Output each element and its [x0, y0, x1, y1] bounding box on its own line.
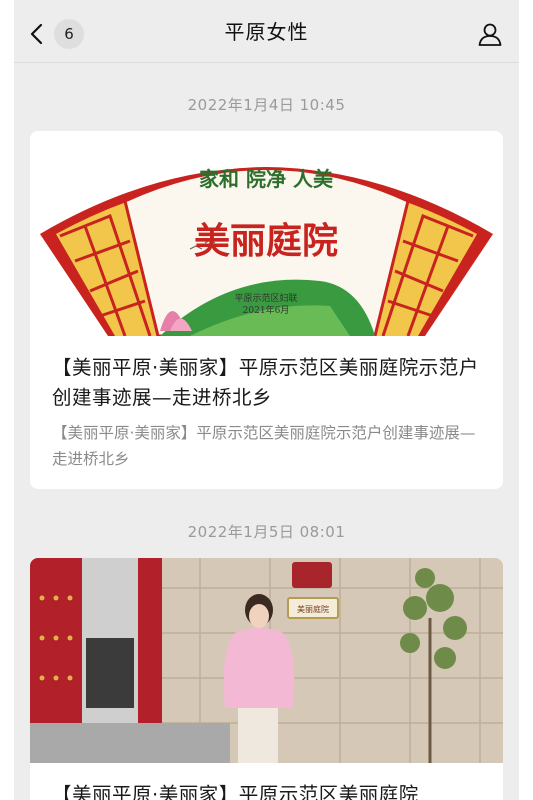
cover-seal-line1: 平原示范区妇联	[234, 292, 297, 304]
article-digest: 【美丽平原·美丽家】平原示范区美丽庭院示范户创建事迹展—走进桥北乡	[52, 424, 476, 468]
cover-banner-text: 美丽庭院	[194, 220, 338, 262]
message-timestamp: 2022年1月4日 10:45	[187, 96, 346, 114]
article-cover-image: 家和 院净 人美 美丽庭院 平原示范区妇联 2021年6月	[30, 131, 503, 336]
page-title: 平原女性	[224, 20, 309, 44]
article-title: 【美丽平原·美丽家】平原示范区美丽庭院	[52, 783, 419, 800]
cover-seal-line2: 2021年6月	[243, 304, 290, 316]
top-nav-bar: 6 平原女性	[14, 0, 519, 63]
message-timestamp: 2022年1月5日 08:01	[187, 523, 346, 541]
article-cover-photo: 美丽庭院	[30, 558, 503, 763]
cover-slogan: 家和 院净 人美	[199, 167, 334, 191]
article-title: 【美丽平原·美丽家】平原示范区美丽庭院示范户创建事迹展—走进桥北乡	[52, 356, 479, 409]
plaque-text: 美丽庭院	[297, 604, 329, 614]
chat-frame: 6 平原女性 2022年1月4日 10:45 家和 院净 人美 美丽庭院 平原示…	[14, 0, 519, 800]
article-card[interactable]: 家和 院净 人美 美丽庭院 平原示范区妇联 2021年6月 【美丽平原·美丽家】…	[30, 131, 503, 489]
user-profile-icon[interactable]	[477, 21, 503, 47]
article-card[interactable]: 美丽庭院 【美丽平原·美丽家】平原示范区美丽庭院	[30, 558, 503, 800]
